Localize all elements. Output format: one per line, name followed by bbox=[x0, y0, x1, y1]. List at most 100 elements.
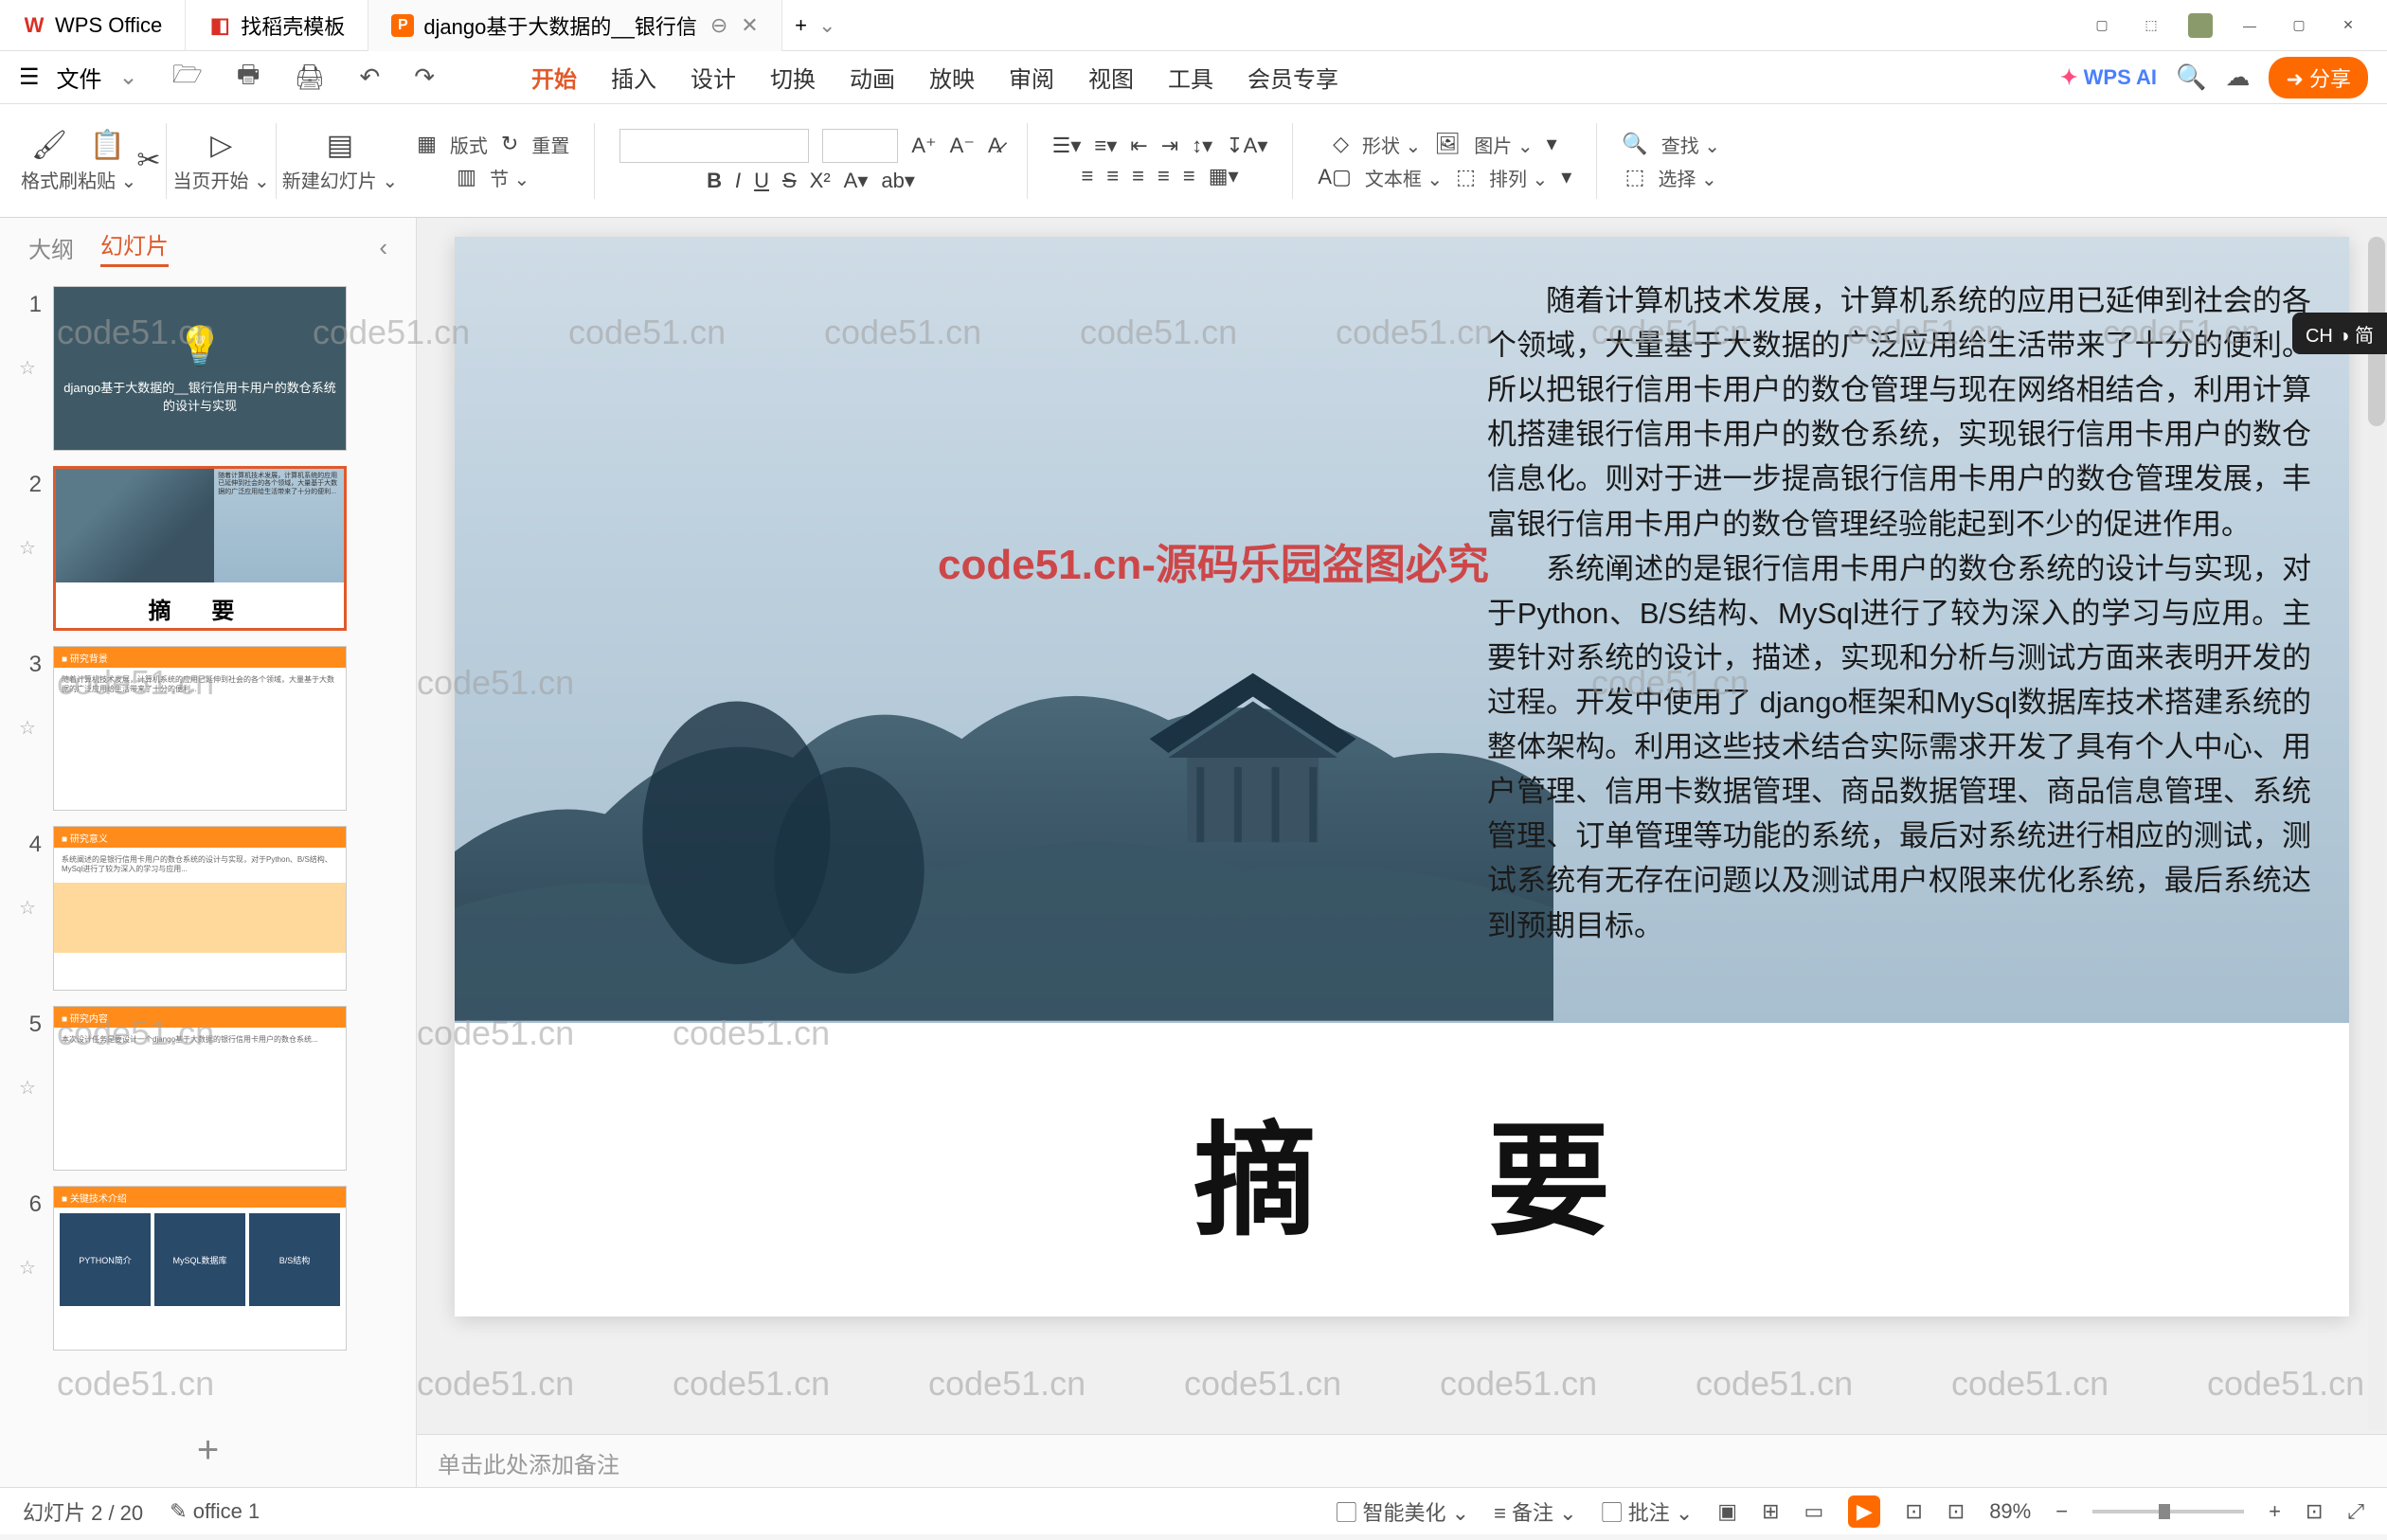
slide[interactable]: 随着计算机技术发展，计算机系统的应用已延伸到社会的各个领域，大量基于大数据的广泛… bbox=[455, 237, 2349, 1316]
slides-tab[interactable]: 幻灯片 bbox=[100, 227, 169, 267]
share-button[interactable]: ➜ 分享 bbox=[2269, 57, 2368, 98]
font-select[interactable] bbox=[619, 129, 809, 163]
slide-body-text[interactable]: 随着计算机技术发展，计算机系统的应用已延伸到社会的各个领域，大量基于大数据的广泛… bbox=[1487, 278, 2311, 948]
ime-badge[interactable]: CH ◑ 简 bbox=[2292, 313, 2387, 354]
add-slide-button[interactable]: + bbox=[197, 1429, 219, 1472]
format-brush-button[interactable]: 🖌格式刷 bbox=[21, 129, 78, 193]
underline-button[interactable]: U bbox=[754, 169, 769, 193]
print-icon[interactable]: 🖨 bbox=[294, 63, 325, 92]
notes-bar[interactable]: 单击此处添加备注 bbox=[417, 1434, 2387, 1487]
reading-view-icon[interactable]: ▭ bbox=[1804, 1499, 1824, 1524]
image-button[interactable]: 图片 ⌄ bbox=[1474, 131, 1533, 158]
tab-animation[interactable]: 动画 bbox=[850, 61, 895, 94]
star-icon[interactable]: ☆ bbox=[19, 1038, 42, 1100]
indent-right-button[interactable]: ⇥ bbox=[1161, 134, 1178, 158]
star-icon[interactable]: ☆ bbox=[19, 1218, 42, 1280]
star-icon[interactable]: ☆ bbox=[19, 678, 42, 740]
dropdown-icon[interactable]: ⌄ bbox=[818, 13, 835, 38]
line-spacing-button[interactable]: ↕▾ bbox=[1192, 134, 1212, 158]
thumbnails[interactable]: 1☆ 💡django基于大数据的__银行信用卡用户的数仓系统的设计与实现 2☆ … bbox=[0, 277, 416, 1414]
slideshow-button[interactable]: ▶ bbox=[1848, 1495, 1880, 1528]
fit-window-button[interactable]: ⊡ bbox=[2306, 1499, 2323, 1524]
outline-icon[interactable]: ▾ bbox=[1561, 165, 1571, 189]
search-icon[interactable]: 🔍 bbox=[2176, 63, 2206, 92]
arrange-icon[interactable]: ⬚ bbox=[1456, 165, 1476, 189]
italic-button[interactable]: I bbox=[735, 169, 741, 193]
close-window-icon[interactable]: ✕ bbox=[2336, 13, 2360, 38]
wps-ai-button[interactable]: ✦ WPS AI bbox=[2060, 65, 2157, 90]
image-icon[interactable]: 🖼 bbox=[1434, 132, 1461, 156]
avatar[interactable] bbox=[2188, 13, 2213, 38]
select-button[interactable]: 选择 ⌄ bbox=[1658, 164, 1716, 191]
sorter-view-icon[interactable]: ⊞ bbox=[1762, 1499, 1779, 1524]
strike-button[interactable]: S bbox=[782, 169, 797, 193]
maximize-icon[interactable]: ▢ bbox=[2287, 13, 2311, 38]
font-color-button[interactable]: A▾ bbox=[844, 169, 869, 193]
shape-button[interactable]: 形状 ⌄ bbox=[1362, 131, 1421, 158]
zoom-slider[interactable] bbox=[2092, 1510, 2244, 1513]
outline-tab[interactable]: 大纲 bbox=[28, 231, 74, 264]
collapse-panel-icon[interactable]: ‹ bbox=[379, 233, 387, 262]
tab-tools[interactable]: 工具 bbox=[1168, 61, 1213, 94]
undo-icon[interactable]: ↶ bbox=[359, 63, 380, 92]
paste-button[interactable]: 📋粘贴 ⌄ bbox=[78, 129, 136, 193]
tab-transition[interactable]: 切换 bbox=[770, 61, 816, 94]
align-right-button[interactable]: ≡ bbox=[1132, 164, 1144, 188]
shape-icon[interactable]: ◇ bbox=[1333, 132, 1349, 156]
tab-review[interactable]: 审阅 bbox=[1009, 61, 1054, 94]
columns-button[interactable]: ▦▾ bbox=[1209, 164, 1239, 188]
highlight-button[interactable]: ab▾ bbox=[881, 169, 915, 193]
zoom-level[interactable]: 89% bbox=[1989, 1499, 2031, 1524]
thumbnail-4[interactable]: ■ 研究意义系统阐述的是银行信用卡用户的数仓系统的设计与实现，对于Python、… bbox=[53, 826, 347, 991]
indent-left-button[interactable]: ⇤ bbox=[1130, 134, 1147, 158]
tab-close-x[interactable]: ✕ bbox=[741, 13, 758, 38]
layout-icon[interactable]: ▦ bbox=[417, 132, 437, 156]
star-icon[interactable]: ☆ bbox=[19, 318, 42, 380]
normal-view-icon[interactable]: ▣ bbox=[1717, 1499, 1737, 1524]
review-toggle[interactable]: ▢ 批注 ⌄ bbox=[1602, 1496, 1694, 1527]
zoom-in-button[interactable]: + bbox=[2269, 1499, 2281, 1524]
thumbnail-2[interactable]: 随着计算机技术发展，计算机系统的应用已延伸到社会的各个领域，大量基于大数据的广泛… bbox=[53, 466, 347, 631]
save-icon[interactable]: 🖶 bbox=[237, 57, 260, 98]
minimize-icon[interactable]: — bbox=[2237, 13, 2262, 38]
reset-icon[interactable]: ↻ bbox=[501, 132, 518, 156]
new-tab-button[interactable]: + ⌄ bbox=[782, 0, 849, 51]
tab-document[interactable]: P django基于大数据的__银行信 ⊖ ✕ bbox=[368, 0, 781, 51]
star-icon[interactable]: ☆ bbox=[19, 858, 42, 920]
open-icon[interactable]: 🗁 bbox=[172, 57, 203, 98]
arrange-button[interactable]: 排列 ⌄ bbox=[1489, 164, 1548, 191]
tab-member[interactable]: 会员专享 bbox=[1247, 61, 1338, 94]
tab-insert[interactable]: 插入 bbox=[611, 61, 656, 94]
grid-icon[interactable]: ⊡ bbox=[1905, 1499, 1922, 1524]
increase-font-icon[interactable]: A⁺ bbox=[911, 134, 936, 158]
reset-button[interactable]: 重置 bbox=[531, 131, 569, 158]
cut-button[interactable]: ✂ bbox=[136, 144, 160, 177]
cloud-icon[interactable]: ☁ bbox=[2225, 63, 2250, 92]
select-icon[interactable]: ⬚ bbox=[1625, 165, 1645, 189]
thumbnail-6[interactable]: ■ 关键技术介绍PYTHON简介MySQL数据库B/S结构 bbox=[53, 1186, 347, 1351]
fit-icon[interactable]: ⊡ bbox=[1947, 1499, 1965, 1524]
vertical-scrollbar[interactable] bbox=[2368, 237, 2385, 1430]
star-icon[interactable]: ☆ bbox=[19, 498, 42, 560]
panel-icon[interactable]: ▢ bbox=[2090, 13, 2114, 38]
expand-icon[interactable]: ⤢ bbox=[2347, 1499, 2364, 1524]
fill-icon[interactable]: ▾ bbox=[1547, 132, 1557, 156]
tab-view[interactable]: 视图 bbox=[1088, 61, 1134, 94]
zoom-out-button[interactable]: − bbox=[2055, 1499, 2068, 1524]
notes-toggle[interactable]: ≡ 备注 ⌄ bbox=[1494, 1496, 1577, 1527]
thumbnail-3[interactable]: ■ 研究背景随着计算机技术发展，计算机系统的应用已延伸到社会的各个领域，大量基于… bbox=[53, 646, 347, 811]
bullets-button[interactable]: ☰▾ bbox=[1052, 134, 1082, 158]
align-justify-button[interactable]: ≡ bbox=[1158, 164, 1170, 188]
numbering-button[interactable]: ≡▾ bbox=[1094, 134, 1117, 158]
section-icon[interactable]: ▥ bbox=[457, 165, 476, 189]
font-size-select[interactable] bbox=[822, 129, 898, 163]
textbox-icon[interactable]: A▢ bbox=[1318, 165, 1351, 189]
find-icon[interactable]: 🔍 bbox=[1622, 132, 1647, 156]
smart-beautify-button[interactable]: ▢ 智能美化 ⌄ bbox=[1336, 1496, 1469, 1527]
zoom-slider-thumb[interactable] bbox=[2159, 1504, 2170, 1519]
textbox-button[interactable]: 文本框 ⌄ bbox=[1365, 164, 1443, 191]
thumbnail-1[interactable]: 💡django基于大数据的__银行信用卡用户的数仓系统的设计与实现 bbox=[53, 286, 347, 451]
close-tab-icon[interactable]: ⊖ bbox=[710, 13, 727, 38]
align-left-button[interactable]: ≡ bbox=[1081, 164, 1093, 188]
tab-wps-office[interactable]: W WPS Office bbox=[0, 0, 186, 51]
